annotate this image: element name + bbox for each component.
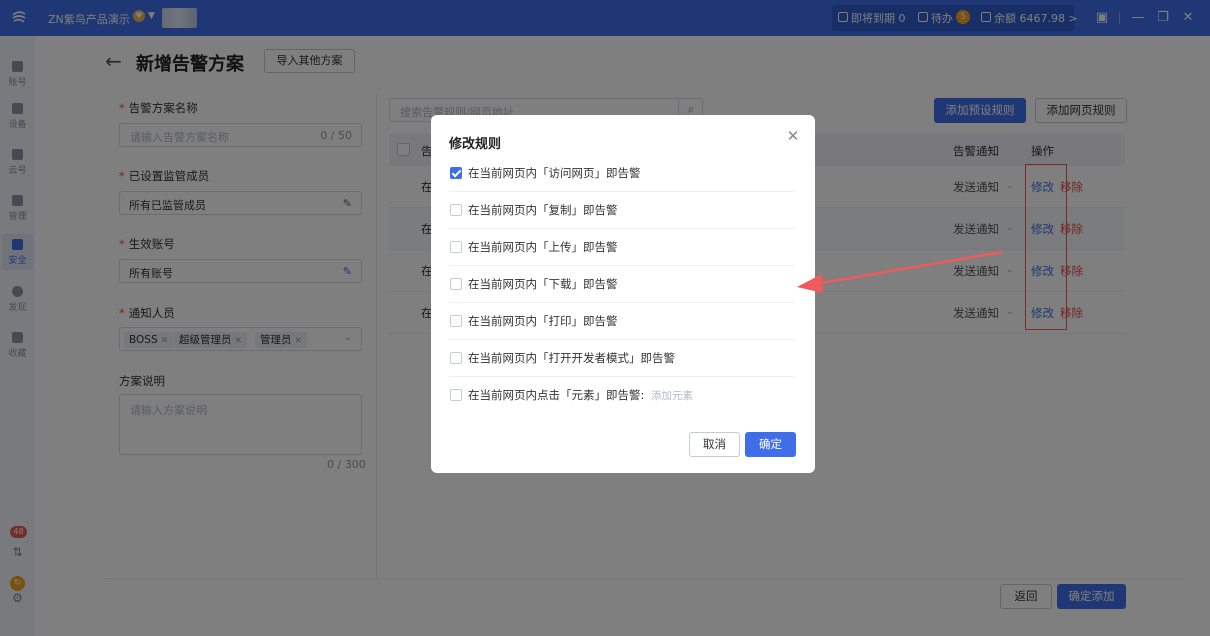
checkbox[interactable] <box>450 389 462 401</box>
dialog-title: 修改规则 <box>449 137 502 152</box>
rule-option-label: 在当前网页内「访问网页」即告警 <box>468 166 641 180</box>
checkbox[interactable] <box>450 167 462 179</box>
rule-option-label: 在当前网页内「复制」即告警 <box>468 203 618 217</box>
rule-option[interactable]: 在当前网页内「打印」即告警 <box>449 303 795 340</box>
checkbox[interactable] <box>450 204 462 216</box>
rule-option-label: 在当前网页内「下载」即告警 <box>468 277 618 291</box>
rule-option-label: 在当前网页内「上传」即告警 <box>468 240 618 254</box>
rule-option[interactable]: 在当前网页内「打开开发者模式」即告警 <box>449 340 795 377</box>
rule-option[interactable]: 在当前网页内「访问网页」即告警 <box>449 155 795 192</box>
checkbox[interactable] <box>450 278 462 290</box>
cancel-button[interactable]: 取消 <box>689 432 740 457</box>
rule-option[interactable]: 在当前网页内「下载」即告警 <box>449 266 795 303</box>
rule-option[interactable]: 在当前网页内「复制」即告警 <box>449 192 795 229</box>
checkbox[interactable] <box>450 315 462 327</box>
ok-button[interactable]: 确定 <box>745 432 796 457</box>
add-element-link[interactable]: 添加元素 <box>651 388 693 403</box>
rule-option[interactable]: 在当前网页内「上传」即告警 <box>449 229 795 266</box>
edit-rule-dialog: 修改规则 ✕ 在当前网页内「访问网页」即告警 在当前网页内「复制」即告警 在当前… <box>431 115 815 473</box>
close-icon[interactable]: ✕ <box>784 127 802 145</box>
rule-option[interactable]: 在当前网页内点击「元素」即告警: 添加元素 <box>449 377 795 414</box>
rule-option-label: 在当前网页内点击「元素」即告警: <box>468 388 645 402</box>
rule-option-label: 在当前网页内「打开开发者模式」即告警 <box>468 351 675 365</box>
checkbox[interactable] <box>450 352 462 364</box>
rule-option-label: 在当前网页内「打印」即告警 <box>468 314 618 328</box>
checkbox[interactable] <box>450 241 462 253</box>
